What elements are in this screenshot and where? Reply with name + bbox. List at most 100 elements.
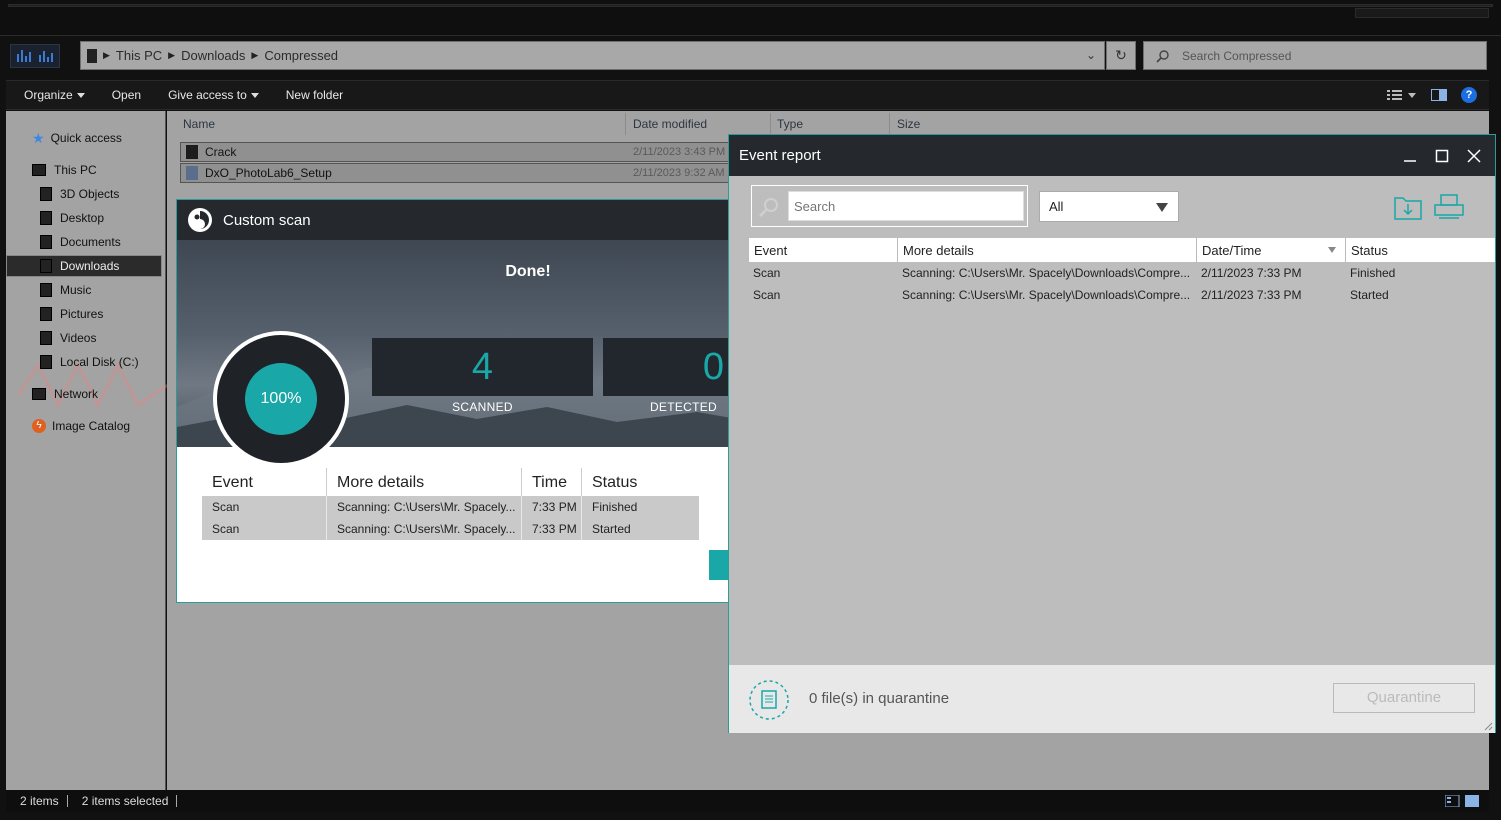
export-icon[interactable] (1393, 193, 1423, 221)
nav-quick-access[interactable]: ★ Quick access (32, 127, 122, 149)
scanned-count: 4 (372, 338, 593, 396)
nav-item-3d-objects[interactable]: 3D Objects (40, 183, 119, 205)
event-search-box (751, 185, 1028, 227)
search-icon (759, 198, 778, 217)
open-button[interactable]: Open (103, 88, 150, 102)
table-row[interactable]: Scan Scanning: C:\Users\Mr. Spacely\Down… (749, 284, 1495, 306)
give-access-button[interactable]: Give access to (159, 88, 268, 102)
column-header-date-modified[interactable]: Date modified (633, 117, 707, 131)
organize-button[interactable]: Organize (15, 88, 94, 102)
status-selected-count: 2 items selected (74, 795, 178, 807)
nav-quick-access-label: Quick access (50, 131, 122, 145)
folder-icon (87, 48, 97, 63)
scan-col-event[interactable]: Event (212, 474, 253, 492)
nav-item-music[interactable]: Music (40, 279, 91, 301)
folder-icon (40, 235, 52, 249)
breadcrumb-this-pc[interactable]: This PC (116, 48, 162, 63)
nav-item-local-disk[interactable]: Local Disk (C:) (40, 351, 139, 373)
column-header-type[interactable]: Type (777, 117, 803, 131)
cell-datetime: 2/11/2023 7:33 PM (1201, 266, 1302, 280)
nav-item-desktop[interactable]: Desktop (40, 207, 104, 229)
nav-network[interactable]: Network (32, 383, 98, 405)
quarantine-button[interactable]: Quarantine (1333, 683, 1475, 713)
view-toggle-icon[interactable] (1445, 795, 1481, 807)
cell-divider (581, 518, 582, 540)
breadcrumb-compressed[interactable]: Compressed (264, 48, 338, 63)
column-divider[interactable] (770, 113, 771, 135)
help-icon[interactable]: ? (1461, 87, 1477, 103)
scanned-label: SCANNED (452, 400, 513, 414)
nav-item-label: Downloads (60, 259, 120, 273)
chevron-down-icon[interactable]: ⌄ (1086, 48, 1096, 62)
minimize-icon[interactable] (1401, 147, 1419, 165)
navigation-pane: ★ Quick access This PC 3D Objects Deskto… (6, 111, 168, 790)
explorer-search-input[interactable]: Search Compressed (1143, 41, 1487, 70)
refresh-icon: ↻ (1115, 47, 1127, 63)
title-strip (0, 0, 1501, 36)
sort-desc-icon[interactable] (1328, 247, 1336, 253)
event-filter-select[interactable]: All (1039, 191, 1179, 222)
scan-col-time[interactable]: Time (532, 474, 567, 492)
nav-item-label: Local Disk (C:) (60, 355, 139, 369)
nav-item-downloads[interactable]: Downloads (6, 255, 162, 277)
table-row[interactable]: Scan Scanning: C:\Users\Mr. Spacely\Down… (749, 262, 1495, 284)
file-row[interactable]: Crack 2/11/2023 3:43 PM (180, 142, 730, 162)
organize-label: Organize (24, 88, 73, 102)
maximize-icon[interactable] (1433, 147, 1451, 165)
column-divider[interactable] (889, 113, 890, 135)
print-icon[interactable] (1433, 193, 1465, 221)
antivirus-logo-icon (188, 208, 212, 232)
event-report-titlebar[interactable]: Event report (729, 135, 1495, 176)
star-icon: ★ (32, 129, 45, 146)
refresh-button[interactable]: ↻ (1106, 41, 1136, 70)
close-icon[interactable] (1465, 147, 1483, 165)
column-divider[interactable] (1196, 238, 1197, 262)
folder-icon (40, 307, 52, 321)
cell-divider (581, 496, 582, 518)
nav-item-pictures[interactable]: Pictures (40, 303, 103, 325)
new-folder-button[interactable]: New folder (277, 88, 352, 102)
breadcrumb-downloads[interactable]: Downloads (181, 48, 245, 63)
window-controls-strip[interactable] (1355, 8, 1489, 18)
event-col-datetime[interactable]: Date/Time (1202, 243, 1261, 258)
breadcrumb-chevron-icon[interactable]: ▶ (103, 50, 110, 61)
table-row[interactable]: Scan Scanning: C:\Users\Mr. Spacely... 7… (202, 518, 699, 540)
nav-item-documents[interactable]: Documents (40, 231, 121, 253)
cell-event: Scan (212, 522, 240, 536)
scan-title: Custom scan (223, 211, 311, 229)
event-search-input[interactable] (788, 191, 1024, 221)
event-col-event[interactable]: Event (754, 243, 787, 258)
back-forward-buttons[interactable] (10, 44, 60, 68)
table-row[interactable]: Scan Scanning: C:\Users\Mr. Spacely... 7… (202, 496, 699, 518)
title-strip-line (8, 4, 1493, 7)
scan-col-details[interactable]: More details (337, 474, 424, 492)
event-col-details[interactable]: More details (903, 243, 974, 258)
column-header-name[interactable]: Name (183, 117, 215, 131)
nav-this-pc-label: This PC (54, 163, 97, 177)
breadcrumb-chevron-icon[interactable]: ▶ (168, 50, 175, 61)
event-col-status[interactable]: Status (1351, 243, 1388, 258)
column-divider (581, 468, 582, 496)
lightning-icon: ϟ (32, 419, 46, 433)
address-bar[interactable]: ▶ This PC ▶ Downloads ▶ Compressed ⌄ (80, 41, 1105, 70)
scan-titlebar[interactable]: Custom scan (177, 200, 735, 240)
nav-this-pc[interactable]: This PC (32, 159, 97, 181)
nav-image-catalog[interactable]: ϟ Image Catalog (32, 415, 130, 437)
view-controls: ? (1387, 87, 1477, 103)
breadcrumb-chevron-icon[interactable]: ▶ (251, 50, 258, 61)
view-options-icon[interactable] (1387, 89, 1417, 101)
column-divider[interactable] (625, 113, 626, 135)
file-row[interactable]: DxO_PhotoLab6_Setup 2/11/2023 9:32 AM (180, 163, 730, 183)
event-table-header: Event More details Date/Time Status (749, 238, 1495, 262)
column-header-size[interactable]: Size (897, 117, 920, 131)
cell-event: Scan (753, 266, 781, 280)
nav-item-videos[interactable]: Videos (40, 327, 96, 349)
preview-pane-icon[interactable] (1431, 89, 1447, 101)
file-date: 2/11/2023 9:32 AM (633, 167, 725, 179)
column-divider[interactable] (897, 238, 898, 262)
resize-grip-icon[interactable] (1483, 721, 1493, 731)
scan-col-status[interactable]: Status (592, 474, 637, 492)
cell-divider (326, 518, 327, 540)
status-bar: 2 items 2 items selected (6, 790, 1489, 812)
column-divider[interactable] (1345, 238, 1346, 262)
